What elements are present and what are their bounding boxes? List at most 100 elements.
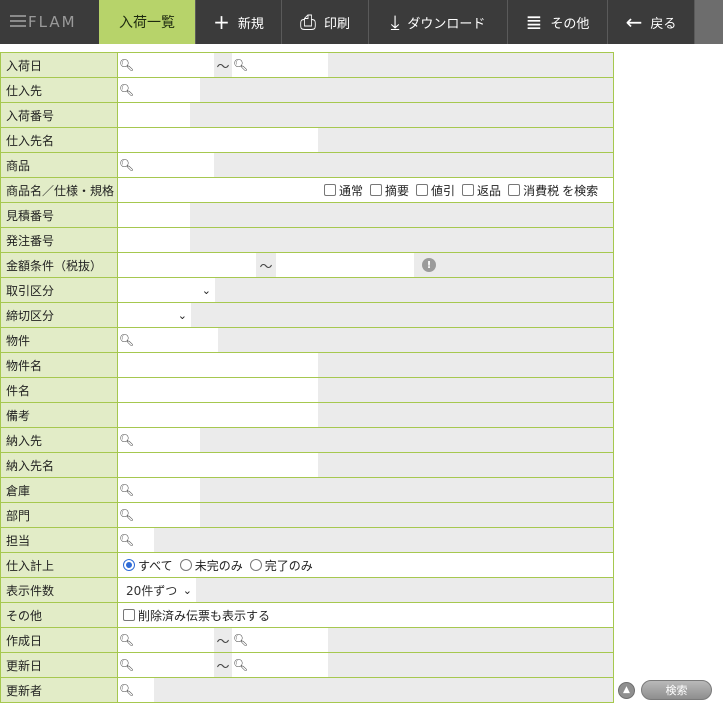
radio-button[interactable] <box>179 559 192 571</box>
row-created-date: 作成日 🔍︎ ～ 🔍︎ <box>1 628 613 653</box>
info-icon[interactable]: ! <box>422 258 436 272</box>
new-button-label: 新規 <box>237 16 264 32</box>
subject-label: 件名 <box>1 378 118 402</box>
arrival-date-cell: 🔍︎ ～ 🔍︎ <box>118 53 613 77</box>
checkbox-box[interactable] <box>462 184 475 196</box>
tab-arrival-list[interactable]: 入荷一覧 <box>99 0 195 44</box>
display-count-label: 表示件数 <box>1 578 118 602</box>
top-toolbar: FLAM 入荷一覧 + 新規 ⎙ 印刷 ⤓ ダウンロード ≣ その他 ← 戻る <box>0 0 723 44</box>
row-department: 部門 🔍︎ <box>1 503 613 528</box>
arrival-date-to-input[interactable]: 🔍︎ <box>232 53 328 77</box>
download-button[interactable]: ⤓ ダウンロード <box>368 0 507 44</box>
product-label: 商品 <box>1 153 118 177</box>
row-estimate-no: 見積番号 <box>1 203 613 228</box>
checkbox-normal[interactable]: 通常 <box>324 182 363 199</box>
radio-all[interactable]: すべて <box>123 557 173 574</box>
search-icon: 🔍︎ <box>118 433 135 447</box>
updated-by-label: 更新者 <box>1 678 118 702</box>
checkbox-consumption-tax[interactable]: 消費税 <box>508 182 559 199</box>
staff-input[interactable]: 🔍︎ <box>118 528 154 552</box>
staff-cell: 🔍︎ <box>118 528 613 552</box>
amount-condition-label: 金額条件（税抜） <box>1 253 118 277</box>
estimate-no-input[interactable] <box>118 203 190 227</box>
chevron-down-icon: ⌄ <box>177 308 187 322</box>
updated-date-to-input[interactable]: 🔍︎ <box>232 653 328 677</box>
updated-date-from-input[interactable]: 🔍︎ <box>118 653 214 677</box>
new-button[interactable]: + 新規 <box>195 0 281 44</box>
product-name-spec-cell: 通常 摘要 値引 返品 消費税 を検索 <box>118 178 613 202</box>
search-icon: 🔍︎ <box>118 58 135 72</box>
search-icon: 🔍︎ <box>118 83 135 97</box>
department-label: 部門 <box>1 503 118 527</box>
display-count-select[interactable]: 20件ずつ ⌄ <box>118 578 196 602</box>
row-purchase-record: 仕入計上 すべて 未完のみ 完了のみ <box>1 553 613 578</box>
note-cell <box>118 403 613 427</box>
supplier-input[interactable]: 🔍︎ <box>118 78 200 102</box>
search-button[interactable]: 検索 <box>641 680 712 700</box>
checkbox-box[interactable] <box>416 184 429 196</box>
created-date-from-input[interactable]: 🔍︎ <box>118 628 214 652</box>
closing-type-select[interactable]: ⌄ <box>118 303 191 327</box>
note-label: 備考 <box>1 403 118 427</box>
radio-button[interactable] <box>249 559 262 571</box>
note-input[interactable] <box>118 403 318 427</box>
radio-complete[interactable]: 完了のみ <box>249 557 313 574</box>
radio-button[interactable] <box>123 559 135 571</box>
print-button[interactable]: ⎙ 印刷 <box>281 0 368 44</box>
order-no-input[interactable] <box>118 228 190 252</box>
amount-from-input[interactable] <box>118 253 256 277</box>
checkbox-box[interactable] <box>324 184 336 196</box>
trade-type-select[interactable]: ⌄ <box>118 278 215 302</box>
supplier-name-input[interactable] <box>118 128 318 152</box>
checkbox-summary[interactable]: 摘要 <box>370 182 409 199</box>
delivery-to-name-input[interactable] <box>118 453 318 477</box>
supplier-name-cell <box>118 128 613 152</box>
checkbox-box[interactable] <box>508 184 521 196</box>
delivery-to-name-label: 納入先名 <box>1 453 118 477</box>
toolbar-spacer <box>694 0 723 44</box>
created-date-to-input[interactable]: 🔍︎ <box>232 628 328 652</box>
property-input[interactable]: 🔍︎ <box>118 328 218 352</box>
checkbox-show-deleted[interactable]: 削除済み伝票も表示する <box>123 607 270 624</box>
subject-input[interactable] <box>118 378 318 402</box>
row-updated-by: 更新者 🔍︎ <box>1 678 613 703</box>
warehouse-input[interactable]: 🔍︎ <box>118 478 200 502</box>
row-property-name: 物件名 <box>1 353 613 378</box>
property-cell: 🔍︎ <box>118 328 613 352</box>
created-date-cell: 🔍︎ ～ 🔍︎ <box>118 628 613 652</box>
subject-cell <box>118 378 613 402</box>
product-input[interactable]: 🔍︎ <box>118 153 214 177</box>
range-separator: ～ <box>216 634 230 650</box>
product-name-spec-input[interactable] <box>118 178 324 202</box>
plus-icon: + <box>213 10 230 34</box>
back-button[interactable]: ← 戻る <box>607 0 694 44</box>
product-name-spec-label: 商品名／仕様・規格 <box>1 178 118 202</box>
radio-all-label: すべて <box>138 558 173 573</box>
property-name-input[interactable] <box>118 353 318 377</box>
amount-to-input[interactable] <box>276 253 414 277</box>
department-input[interactable]: 🔍︎ <box>118 503 200 527</box>
arrival-no-input[interactable] <box>118 103 190 127</box>
property-label: 物件 <box>1 328 118 352</box>
search-icon: 🔍︎ <box>118 158 135 172</box>
updated-by-input[interactable]: 🔍︎ <box>118 678 154 702</box>
search-icon: 🔍︎ <box>118 333 135 347</box>
row-delivery-to-name: 納入先名 <box>1 453 613 478</box>
radio-incomplete[interactable]: 未完のみ <box>179 557 243 574</box>
checkbox-box[interactable] <box>123 609 135 621</box>
checkbox-discount[interactable]: 値引 <box>416 182 455 199</box>
search-icon: 🔍︎ <box>118 508 135 522</box>
estimate-no-label: 見積番号 <box>1 203 118 227</box>
other-menu-button[interactable]: ≣ その他 <box>507 0 607 44</box>
checkbox-box[interactable] <box>370 184 383 196</box>
updated-date-label: 更新日 <box>1 653 118 677</box>
updated-date-cell: 🔍︎ ～ 🔍︎ <box>118 653 613 677</box>
collapse-up-icon[interactable]: ▲ <box>618 681 635 699</box>
checkbox-return[interactable]: 返品 <box>462 182 501 199</box>
row-staff: 担当 🔍︎ <box>1 528 613 553</box>
delivery-to-cell: 🔍︎ <box>118 428 613 452</box>
arrival-date-from-input[interactable]: 🔍︎ <box>118 53 214 77</box>
delivery-to-input[interactable]: 🔍︎ <box>118 428 200 452</box>
row-subject: 件名 <box>1 378 613 403</box>
search-actions: ▲ 検索 <box>618 680 712 700</box>
